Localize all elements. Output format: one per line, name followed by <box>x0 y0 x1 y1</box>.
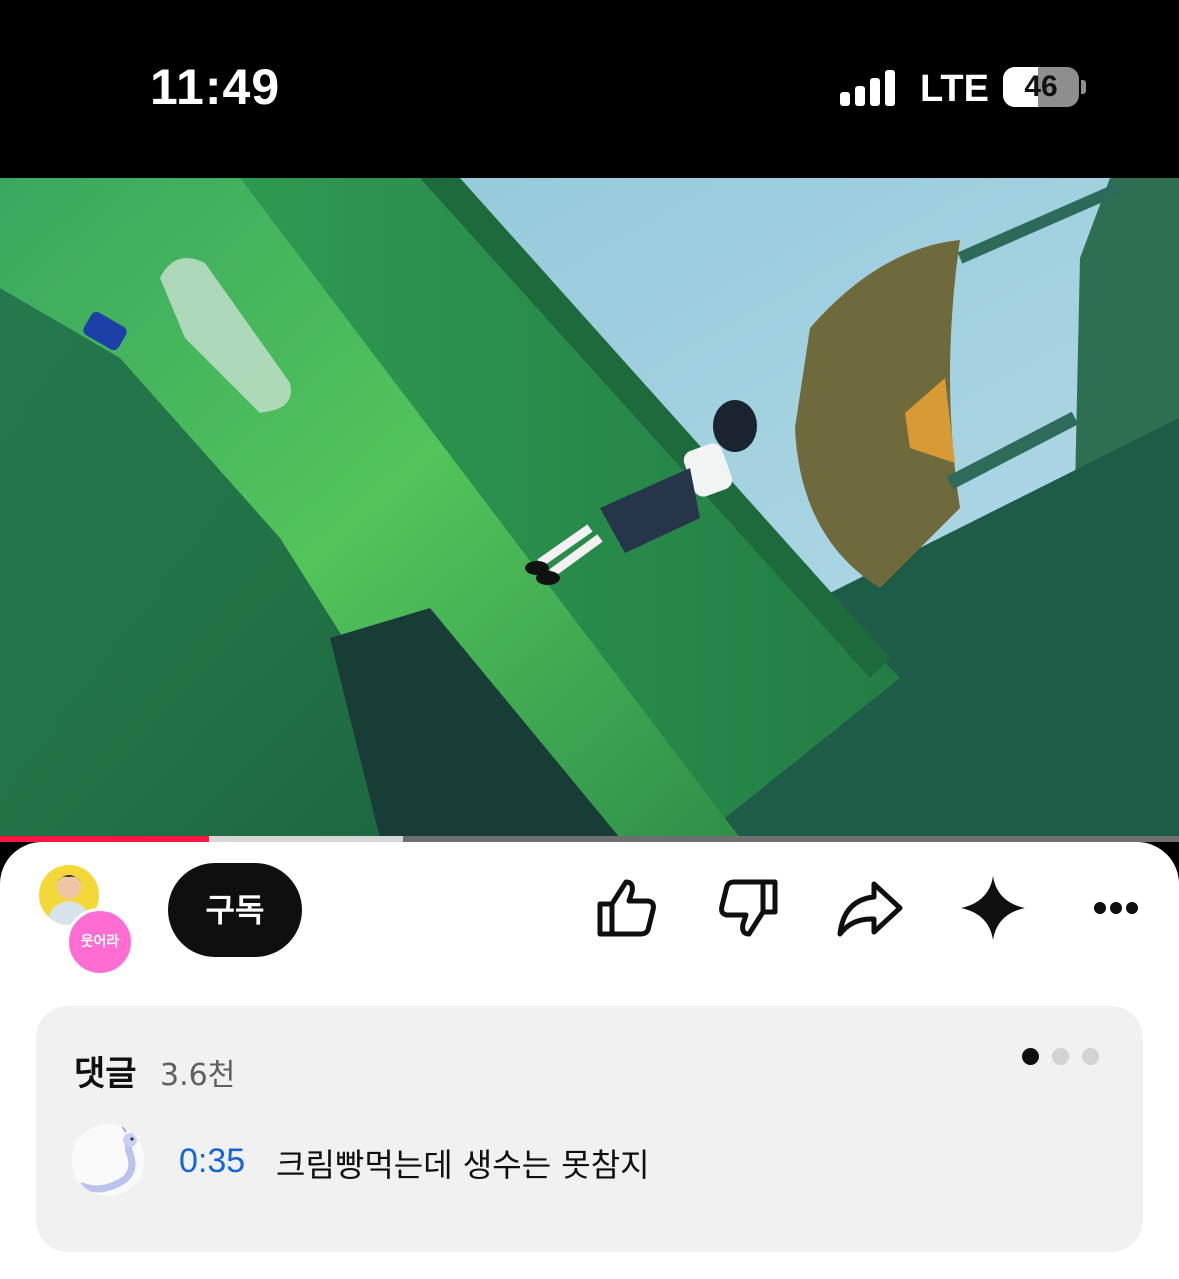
remix-button[interactable] <box>957 872 1029 944</box>
comments-page-dots <box>1022 1048 1102 1066</box>
comments-card[interactable]: 댓글 3.6천 0:35 크림빵먹는데 생수는 못참지 <box>36 1006 1143 1252</box>
comments-title: 댓글 <box>74 1054 137 1094</box>
network-type: LTE <box>920 68 989 110</box>
channel-avatars[interactable]: 웃어라 <box>36 862 136 976</box>
comments-count: 3.6천 <box>160 1058 236 1093</box>
more-button[interactable] <box>1080 872 1152 944</box>
more-horizontal-icon <box>1094 902 1138 914</box>
comment-text: 크림빵먹는데 생수는 못참지 <box>276 1146 650 1184</box>
video-frame-image <box>0 178 1179 838</box>
status-bar: 11:49 LTE 46 <box>0 0 1179 178</box>
comment-timestamp-link[interactable]: 0:35 <box>179 1142 245 1181</box>
battery-percent: 46 <box>1024 70 1058 103</box>
like-button[interactable] <box>590 872 662 944</box>
thumbs-down-icon <box>719 879 778 937</box>
page-dot <box>1082 1048 1099 1065</box>
page-dot <box>1052 1048 1069 1065</box>
collab-avatar[interactable]: 웃어라 <box>66 908 134 976</box>
share-arrow-icon <box>837 881 903 937</box>
page-dot <box>1022 1048 1039 1065</box>
battery-tip <box>1081 80 1086 94</box>
status-time: 11:49 <box>150 59 281 115</box>
sparkle-icon <box>961 876 1025 940</box>
video-player[interactable] <box>0 178 1179 838</box>
cellular-signal-icon <box>840 70 898 106</box>
commenter-avatar[interactable] <box>72 1124 144 1196</box>
share-button[interactable] <box>834 872 906 944</box>
dislike-button[interactable] <box>713 872 785 944</box>
thumbs-up-icon <box>597 879 656 937</box>
shorts-bottom-panel: 웃어라 구독 댓글 3.6천 0:35 크림빵먹는데 생수는 못참지 <box>0 842 1179 1279</box>
battery-icon: 46 <box>1003 67 1079 107</box>
subscribe-button[interactable]: 구독 <box>168 863 302 957</box>
